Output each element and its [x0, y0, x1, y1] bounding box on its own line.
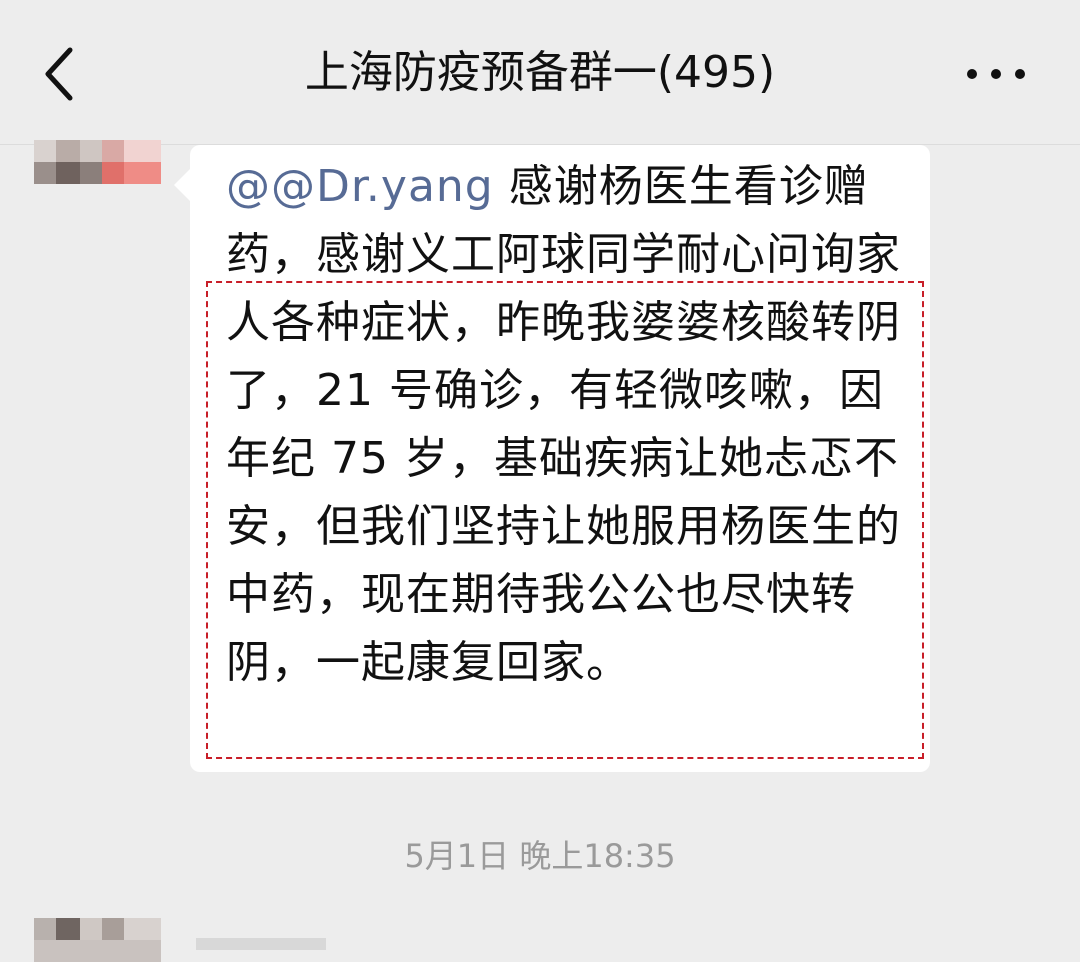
message-text-first-line: 感谢杨医生看诊	[493, 161, 824, 212]
chat-title: 上海防疫预备群一(495)	[304, 47, 776, 98]
message-text-body: 赠药，感谢义工阿球同学耐心问询家人各种症状，昨晚我婆婆核酸转阴了，21 号确诊，…	[226, 161, 901, 688]
more-dots-icon[interactable]	[958, 52, 1038, 96]
bubble-tail	[174, 169, 190, 201]
next-sender-name-blur	[196, 938, 326, 950]
chat-header: 上海防疫预备群一(495)	[0, 0, 1080, 145]
message-bubble[interactable]: @@Dr.yang 感谢杨医生看诊赠药，感谢义工阿球同学耐心问询家人各种症状，昨…	[174, 145, 930, 772]
mention-link[interactable]: @@Dr.yang	[226, 161, 494, 212]
next-sender-avatar[interactable]	[34, 918, 161, 962]
sender-avatar[interactable]	[34, 140, 161, 184]
message-text: @@Dr.yang 感谢杨医生看诊赠药，感谢义工阿球同学耐心问询家人各种症状，昨…	[226, 153, 901, 697]
message-timestamp: 5月1日 晚上18:35	[404, 837, 676, 875]
